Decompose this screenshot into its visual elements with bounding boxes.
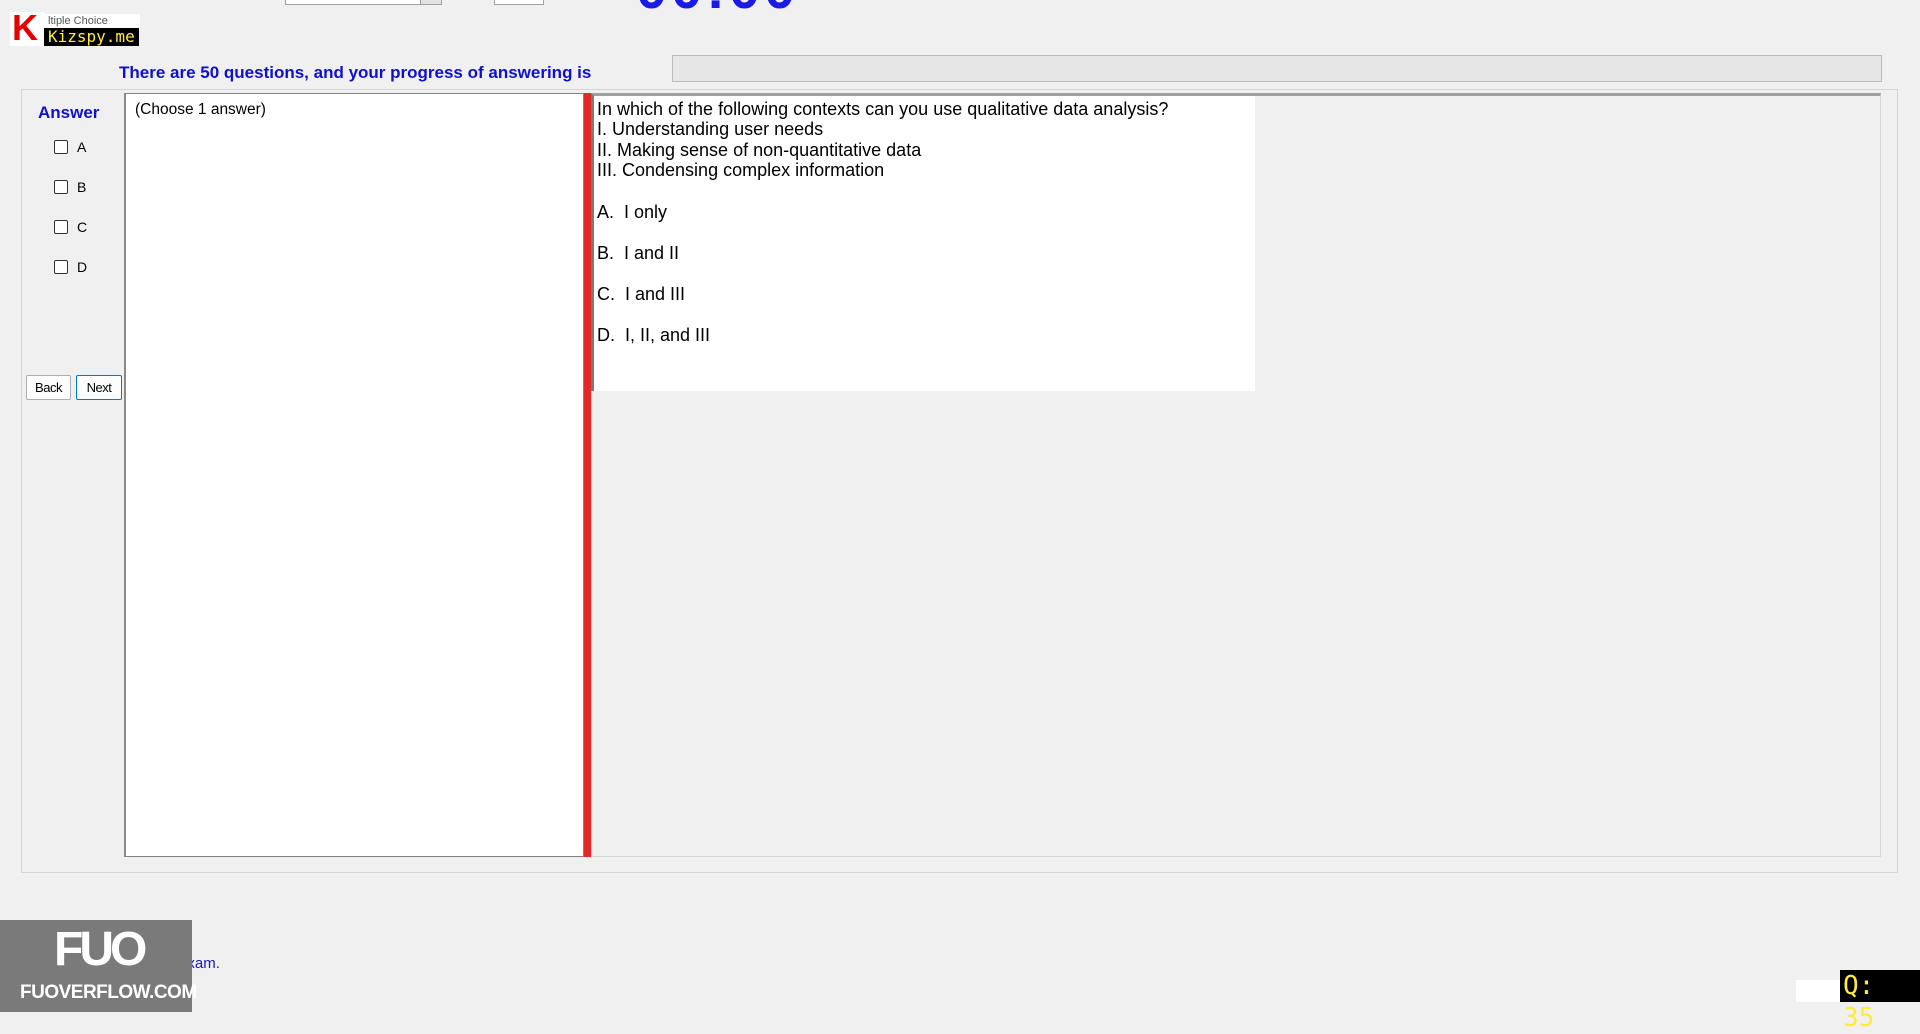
next-button[interactable]: Next — [76, 375, 122, 400]
answer-option-d[interactable]: D — [54, 257, 87, 277]
answer-option-b[interactable]: B — [54, 177, 86, 197]
option-letter-b: B — [77, 179, 87, 195]
option-letter-a: A — [77, 139, 87, 155]
question-statement-1: I. Understanding user needs — [597, 119, 824, 139]
status-box — [1796, 980, 1840, 1002]
kizspy-watermark-text: Kizspy.me — [44, 28, 139, 46]
option-letter-c: C — [77, 219, 88, 235]
fuoverflow-watermark-text: FUOVERFLOW.COM — [20, 982, 197, 1003]
checkbox-b[interactable] — [54, 180, 68, 194]
instruction-text: (Choose 1 answer) — [135, 101, 266, 118]
panel-splitter[interactable] — [584, 93, 591, 857]
answer-option-c[interactable]: C — [54, 217, 87, 237]
combo-dropdown-button[interactable] — [420, 0, 441, 4]
exam-timer: 00:00 — [636, 0, 799, 21]
question-choice-a: A. I only — [597, 202, 668, 222]
checkbox-a[interactable] — [54, 140, 68, 154]
question-choice-c: C. I and III — [597, 284, 686, 304]
multiple-choice-tab[interactable]: ltiple Choice — [44, 14, 140, 28]
option-letter-d: D — [77, 259, 88, 275]
instruction-box — [124, 93, 584, 857]
question-stem: In which of the following contexts can y… — [597, 99, 1169, 119]
question-statement-2: II. Making sense of non-quantitative dat… — [597, 140, 922, 160]
progress-label: There are 50 questions, and your progres… — [119, 63, 592, 82]
question-choice-d: D. I, II, and III — [597, 325, 711, 345]
fuo-logo-icon: FUO — [54, 923, 147, 976]
checkbox-d[interactable] — [54, 260, 68, 274]
top-combo-box[interactable] — [285, 0, 442, 5]
answer-title: Answer — [38, 103, 100, 122]
progress-bar — [672, 55, 1882, 82]
question-statement-3: III. Condensing complex information — [597, 160, 885, 180]
question-counter: Q: 35 — [1840, 970, 1920, 1033]
back-button[interactable]: Back — [26, 375, 71, 400]
answer-option-a[interactable]: A — [54, 137, 86, 157]
question-choice-b: B. I and II — [597, 243, 680, 263]
top-spin-box[interactable] — [494, 0, 544, 5]
kizspy-k-icon: K — [12, 7, 38, 48]
checkbox-c[interactable] — [54, 220, 68, 234]
